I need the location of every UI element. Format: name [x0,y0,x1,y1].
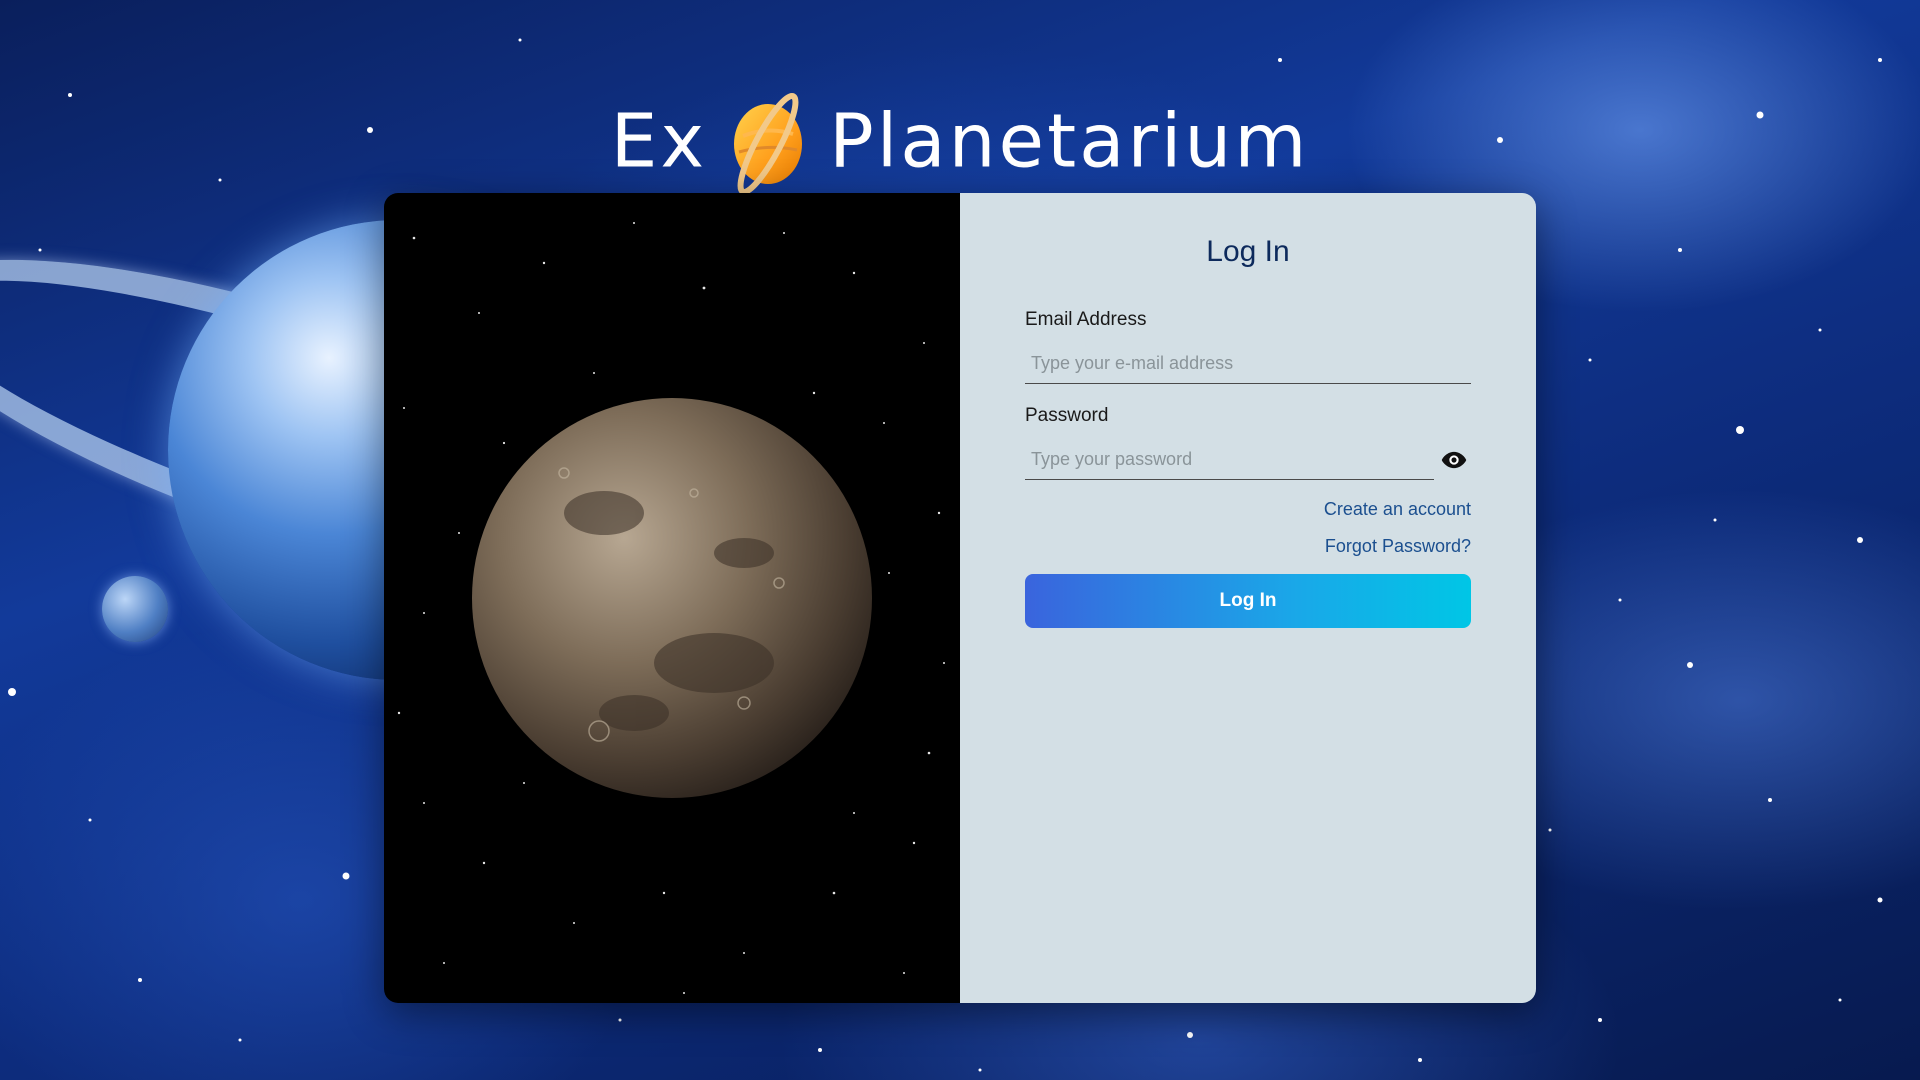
login-card: Log In Email Address Password Create an … [384,193,1536,1003]
logo-text-left: Ex [610,98,708,185]
planet-illustration-panel [384,193,960,1003]
background-moon [102,576,168,642]
logo-text-right: Planetarium [829,98,1310,185]
app-logo: Ex Planetarium [0,82,1920,196]
forgot-password-link[interactable]: Forgot Password? [1325,536,1471,557]
email-label: Email Address [1025,309,1147,330]
ringed-planet-icon [723,86,813,196]
email-input[interactable] [1025,344,1471,384]
eye-icon[interactable] [1440,446,1468,474]
log-in-button[interactable]: Log In [1025,574,1471,628]
planet-illustration [397,222,945,994]
password-input[interactable] [1025,440,1434,480]
create-account-link[interactable]: Create an account [1324,499,1471,520]
password-label: Password [1025,405,1109,426]
login-form-panel: Log In Email Address Password Create an … [960,193,1536,1003]
login-title: Log In [1206,235,1290,268]
